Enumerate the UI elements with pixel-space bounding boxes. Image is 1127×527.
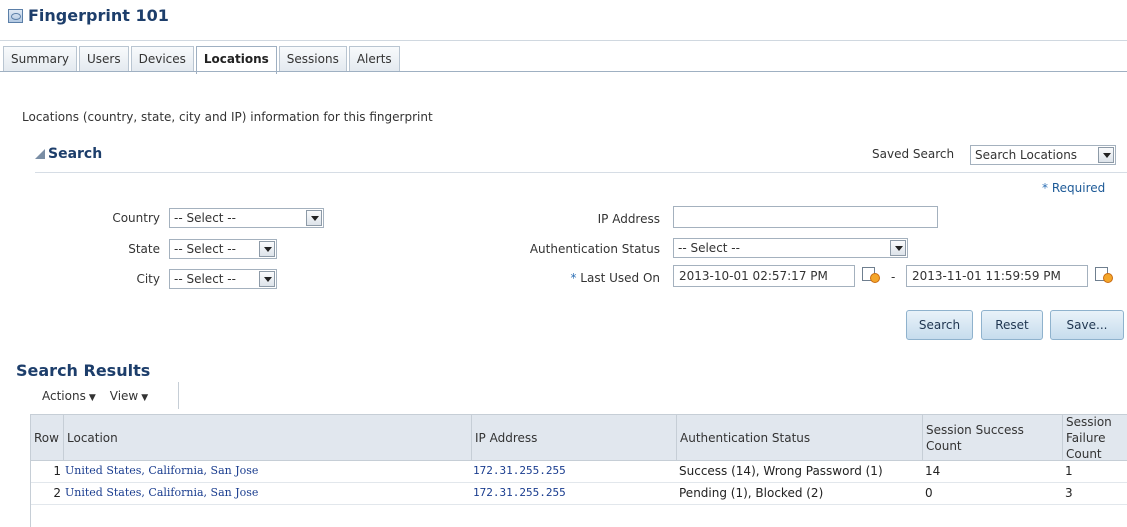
city-select[interactable]: -- Select --: [169, 269, 277, 289]
tab-users[interactable]: Users: [79, 46, 129, 72]
col-location[interactable]: Location: [64, 415, 472, 460]
table-row[interactable]: 2 United States, California, San Jose 17…: [31, 482, 1127, 505]
state-value: -- Select --: [174, 242, 236, 256]
fingerprint-page-icon: [8, 8, 23, 23]
table-row[interactable]: 1 United States, California, San Jose 17…: [31, 460, 1127, 483]
view-label: View: [109, 389, 139, 403]
location-link[interactable]: United States, California, San Jose: [65, 482, 258, 504]
state-select[interactable]: -- Select --: [169, 239, 277, 259]
col-row[interactable]: Row: [31, 415, 64, 460]
tab-bar: Summary Users Devices Locations Sessions…: [3, 46, 400, 74]
results-table: Row Location IP Address Authentication S…: [30, 414, 1127, 527]
state-label: State: [128, 242, 160, 256]
required-star: *: [1042, 181, 1048, 195]
date-range-separator: -: [891, 270, 896, 284]
caret-down-icon: ▼: [88, 393, 96, 403]
success-count-cell: 14: [925, 464, 941, 478]
chevron-down-icon[interactable]: [890, 240, 906, 256]
page-title: Fingerprint 101: [8, 6, 169, 25]
required-label: Required: [1051, 181, 1106, 195]
results-toolbar: Actions ▼ View ▼: [42, 389, 148, 403]
country-label: Country: [112, 211, 160, 225]
search-divider: [35, 172, 1127, 173]
last-used-to-input[interactable]: 2013-11-01 11:59:59 PM: [906, 265, 1088, 287]
auth-status-value: -- Select --: [678, 241, 740, 255]
calendar-clock-icon[interactable]: [862, 267, 880, 283]
tab-devices[interactable]: Devices: [130, 46, 194, 72]
search-section-header[interactable]: Search: [35, 146, 102, 162]
location-link[interactable]: United States, California, San Jose: [65, 460, 258, 482]
tab-baseline: [0, 71, 1127, 72]
country-value: -- Select --: [174, 211, 236, 225]
page-title-text: Fingerprint 101: [28, 6, 169, 25]
search-results-title: Search Results: [16, 361, 151, 380]
row-number: 1: [53, 464, 61, 478]
success-count-cell: 0: [925, 486, 933, 500]
city-label: City: [136, 272, 160, 286]
title-divider: [0, 40, 1127, 41]
saved-search-dropdown[interactable]: Search Locations: [970, 145, 1116, 165]
tab-alerts[interactable]: Alerts: [348, 46, 400, 72]
saved-search-label: Saved Search: [872, 147, 955, 161]
table-header: Row Location IP Address Authentication S…: [31, 414, 1127, 461]
actions-menu[interactable]: Actions ▼: [42, 389, 96, 403]
auth-status-cell: Pending (1), Blocked (2): [679, 486, 824, 500]
ip-address-input[interactable]: [673, 206, 938, 228]
failure-count-cell: 3: [1065, 486, 1073, 500]
search-header-label: Search: [48, 146, 103, 162]
col-session-success[interactable]: Session Success Count: [923, 415, 1063, 460]
chevron-down-icon[interactable]: [259, 271, 275, 287]
calendar-clock-icon[interactable]: [1095, 267, 1113, 283]
tab-summary[interactable]: Summary: [3, 46, 77, 72]
last-used-required-star: *: [570, 271, 577, 285]
auth-status-cell: Success (14), Wrong Password (1): [679, 464, 883, 478]
row-number: 2: [53, 486, 61, 500]
tab-sessions[interactable]: Sessions: [278, 46, 347, 72]
actions-label: Actions: [42, 389, 86, 403]
last-used-label-text: Last Used On: [580, 271, 660, 285]
chevron-down-icon[interactable]: [1098, 147, 1114, 163]
last-used-from-input[interactable]: 2013-10-01 02:57:17 PM: [673, 265, 855, 287]
chevron-down-icon[interactable]: [259, 241, 275, 257]
ip-address-label: IP Address: [597, 212, 660, 226]
required-note: * Required: [1042, 181, 1105, 195]
saved-search-value: Search Locations: [975, 148, 1078, 162]
ip-address-cell: 172.31.255.255: [473, 464, 566, 477]
col-auth-status[interactable]: Authentication Status: [677, 415, 923, 460]
col-ip-address[interactable]: IP Address: [472, 415, 677, 460]
page-description: Locations (country, state, city and IP) …: [22, 110, 433, 124]
last-used-label: * Last Used On: [480, 271, 660, 285]
auth-status-label: Authentication Status: [529, 242, 660, 256]
caret-down-icon: ▼: [141, 393, 149, 403]
view-menu[interactable]: View ▼: [110, 389, 148, 403]
city-value: -- Select --: [174, 272, 236, 286]
country-select[interactable]: -- Select --: [169, 208, 324, 228]
reset-button[interactable]: Reset: [981, 310, 1043, 340]
chevron-down-icon[interactable]: [306, 210, 322, 226]
save-search-button[interactable]: Save...: [1050, 310, 1124, 340]
search-button[interactable]: Search: [906, 310, 973, 340]
collapse-triangle-icon[interactable]: [35, 149, 45, 159]
ip-address-cell: 172.31.255.255: [473, 486, 566, 499]
col-session-failure[interactable]: Session Failure Count: [1063, 415, 1127, 460]
auth-status-select[interactable]: -- Select --: [673, 238, 908, 258]
failure-count-cell: 1: [1065, 464, 1073, 478]
toolbar-separator: [178, 382, 179, 409]
tab-locations[interactable]: Locations: [195, 46, 277, 74]
